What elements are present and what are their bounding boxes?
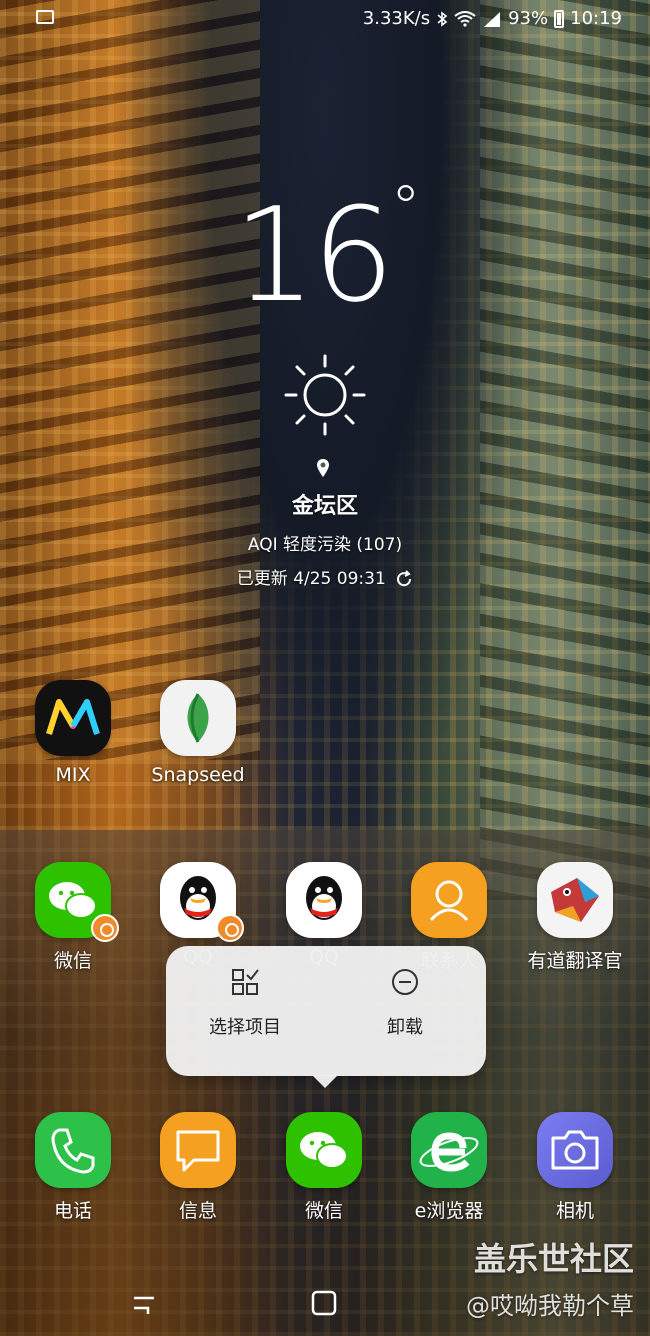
- clone-badge-icon: [216, 914, 244, 942]
- location-pin-icon: [317, 459, 329, 477]
- camera-app-icon: [537, 1112, 613, 1188]
- app-label: 相机: [555, 1200, 594, 1222]
- app-label: 电话: [53, 1200, 92, 1222]
- net-speed: 3.33K/s: [362, 8, 431, 29]
- refresh-icon[interactable]: [395, 570, 413, 588]
- bluetooth-icon: [437, 10, 448, 27]
- mix-app-icon: [35, 680, 111, 756]
- app-label: Snapseed: [151, 764, 245, 786]
- weather-updated: 已更新 4/25 09:31: [0, 564, 650, 589]
- wallpaper-building-right: [480, 0, 650, 900]
- battery-percent: 93%: [508, 8, 549, 29]
- gallery-icon: [36, 10, 54, 24]
- phone-app-icon: [35, 1112, 111, 1188]
- app-mix[interactable]: MIX: [25, 680, 121, 786]
- select-grid-icon: [232, 969, 259, 995]
- sun-icon: [284, 354, 366, 436]
- youdao-app-icon: [537, 862, 613, 938]
- app-label: 微信: [53, 950, 92, 972]
- dock-camera[interactable]: 相机: [527, 1112, 623, 1223]
- weather-location: 金坛区: [291, 494, 358, 519]
- dock-browser[interactable]: e浏览器: [401, 1112, 497, 1223]
- wifi-icon: [454, 10, 476, 27]
- contacts-app-icon: [411, 862, 487, 938]
- qq-app-icon: [286, 862, 362, 938]
- battery-icon: [554, 9, 565, 28]
- uninstall-label: 卸载: [387, 1017, 423, 1038]
- status-bar: 3.33K/s 93% 10:19: [0, 0, 650, 38]
- temperature: 16°: [233, 173, 420, 331]
- watermark-community: 盖乐世社区: [473, 1240, 634, 1278]
- snapseed-app-icon: [160, 680, 236, 756]
- app-context-menu: 选择项目 卸载: [166, 946, 486, 1088]
- app-label: 有道翻译官: [527, 950, 623, 972]
- select-items-label: 选择项目: [209, 1017, 281, 1038]
- home-button[interactable]: [310, 1288, 338, 1318]
- minus-circle-icon: [392, 969, 418, 995]
- app-label: 信息: [178, 1200, 217, 1222]
- popup-pointer: [312, 1075, 338, 1088]
- dock-messages[interactable]: 信息: [150, 1112, 246, 1223]
- wechat-app-icon: [286, 1112, 362, 1188]
- app-wechat-clone[interactable]: 微信: [25, 862, 121, 973]
- watermark-author: @哎呦我勒个草: [466, 1292, 634, 1320]
- clock: 10:19: [570, 8, 622, 29]
- app-label: MIX: [55, 764, 91, 786]
- uninstall-option[interactable]: 卸载: [340, 968, 470, 1039]
- app-label: 微信: [304, 1200, 343, 1222]
- app-snapseed[interactable]: Snapseed: [150, 680, 246, 786]
- clone-badge-icon: [91, 914, 119, 942]
- signal-icon: [484, 11, 501, 27]
- select-items-option[interactable]: 选择项目: [180, 968, 310, 1039]
- dock-wechat[interactable]: 微信: [276, 1112, 372, 1223]
- weather-aqi: AQI 轻度污染 (107): [247, 535, 403, 555]
- recents-button[interactable]: [130, 1288, 158, 1318]
- app-label: e浏览器: [414, 1200, 484, 1222]
- dock-phone[interactable]: 电话: [25, 1112, 121, 1223]
- messages-app-icon: [160, 1112, 236, 1188]
- browser-app-icon: [411, 1112, 487, 1188]
- wallpaper-building-left: [0, 0, 260, 760]
- app-youdao[interactable]: 有道翻译官: [527, 862, 623, 973]
